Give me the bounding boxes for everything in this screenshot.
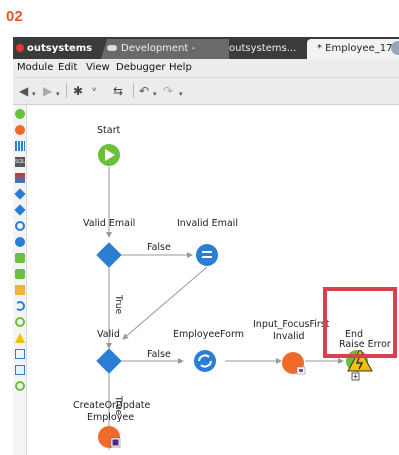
tab-employee-label: * Employee_17 — [317, 43, 393, 54]
tab-bar: outsystems Development - outsystems... *… — [13, 37, 399, 59]
flow-canvas[interactable]: Start Valid Email Invalid Email False Tr… — [27, 105, 399, 455]
redo-icon[interactable]: ↷ — [163, 84, 173, 98]
start-label: Start — [97, 125, 121, 136]
assign-tool-icon[interactable] — [15, 237, 25, 247]
screen-tool-icon[interactable] — [15, 349, 25, 359]
settings-icon[interactable]: ✱ — [73, 84, 83, 98]
foreach-tool-icon[interactable] — [15, 221, 25, 231]
menu-view[interactable]: View — [86, 62, 110, 73]
tab-employee[interactable]: * Employee_17× — [307, 39, 399, 59]
create-update-label-line2: Employee — [87, 412, 135, 423]
loop-tool-icon[interactable] — [15, 317, 25, 327]
publish-icon[interactable]: ⇆ — [113, 84, 123, 98]
forward-dropdown-icon[interactable]: ▾ — [56, 87, 60, 101]
invalid-email-label: Invalid Email — [177, 218, 238, 229]
raise-error-highlight-box — [323, 287, 397, 358]
valid-label: Valid — [97, 329, 120, 340]
back-dropdown-icon[interactable]: ▾ — [32, 87, 36, 101]
tab-outsystems-label: outsystems... — [229, 43, 297, 54]
invalid-email-assign-icon — [196, 244, 218, 266]
aggregate-tool-icon[interactable] — [15, 141, 25, 151]
input-focus-label-line1: Input_FocusFirst — [253, 319, 330, 330]
menu-bar: Module Edit View Debugger Help — [13, 59, 399, 78]
valid-if-icon — [96, 348, 122, 374]
back-icon[interactable]: ◀ — [19, 84, 28, 98]
exception-tool-icon[interactable] — [15, 333, 25, 343]
logo-text: outsystems — [27, 43, 93, 54]
destination-tool-icon[interactable] — [15, 381, 25, 391]
forward-icon[interactable]: ▶ — [43, 84, 52, 98]
employee-form-label: EmployeeForm — [173, 329, 244, 340]
database-tool-icon[interactable] — [15, 173, 25, 183]
employee-form-refresh-icon — [194, 350, 216, 372]
switch-tool-icon[interactable] — [14, 204, 26, 216]
false-label-1: False — [147, 242, 171, 253]
start-tool-icon[interactable] — [15, 109, 25, 119]
new-tab-icon[interactable] — [391, 41, 399, 55]
end-tool-icon[interactable] — [15, 125, 25, 135]
tab-development[interactable]: Development - — [101, 39, 229, 59]
input-focus-label-line2: Invalid — [273, 331, 305, 342]
valid-email-label: Valid Email — [83, 218, 136, 229]
menu-debugger[interactable]: Debugger — [116, 62, 166, 73]
list-tool-icon[interactable] — [15, 269, 25, 279]
menu-edit[interactable]: Edit — [58, 62, 77, 73]
tab-outsystems[interactable]: outsystems... — [221, 39, 309, 59]
true-label-1: True — [113, 295, 123, 315]
valid-email-if-icon — [96, 242, 122, 268]
screenshot: outsystems Development - outsystems... *… — [13, 37, 399, 455]
if-tool-icon[interactable] — [14, 188, 26, 200]
create-or-update-employee-icon — [98, 426, 121, 448]
toolbar-divider — [133, 83, 134, 98]
refresh-tool-icon[interactable] — [15, 301, 25, 311]
workflow-icon[interactable]: ᵛ — [92, 84, 97, 98]
false-label-2: False — [147, 349, 171, 360]
create-update-label-line1: CreateOrUpdate — [73, 400, 151, 411]
undo-dropdown-icon[interactable]: ▾ — [153, 87, 157, 101]
tab-development-label: Development - — [121, 43, 196, 54]
tab-outsystems-logo[interactable]: outsystems — [16, 39, 96, 59]
toolbar: ◀ ▾ ▶ ▾ ✱ ᵛ ⇆ ↶ ▾ ↷ ▾ — [13, 78, 399, 105]
sql-tool-icon[interactable]: SQL — [15, 157, 25, 167]
record-list-tool-icon[interactable] — [15, 253, 25, 263]
redo-dropdown-icon[interactable]: ▾ — [179, 87, 183, 101]
tool-palette: SQL — [13, 105, 27, 455]
outsystems-logo-icon — [16, 44, 24, 52]
download-tool-icon[interactable] — [15, 365, 25, 375]
start-node-icon — [98, 144, 120, 166]
undo-icon[interactable]: ↶ — [139, 84, 149, 98]
cloud-icon — [107, 45, 117, 51]
message-tool-icon[interactable] — [15, 285, 25, 295]
menu-help[interactable]: Help — [169, 62, 192, 73]
menu-module[interactable]: Module — [17, 62, 53, 73]
toolbar-divider — [66, 83, 67, 98]
step-number: 02 — [6, 8, 23, 25]
input-focus-first-invalid-icon — [282, 352, 306, 375]
